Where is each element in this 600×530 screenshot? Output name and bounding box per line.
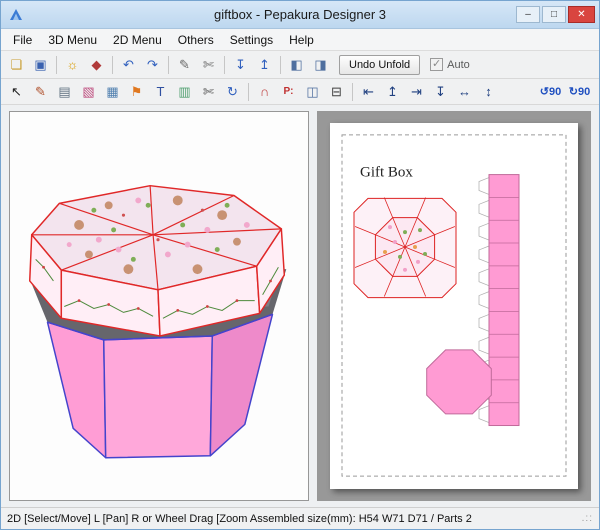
keyboard-icon[interactable]: ▤ — [53, 81, 76, 102]
menu-bar: File 3D Menu 2D Menu Others Settings Hel… — [1, 29, 599, 51]
close-button[interactable]: ✕ — [568, 6, 595, 23]
auto-checkbox-group: ✓ Auto — [430, 58, 470, 71]
align-left-icon[interactable]: ⇤ — [357, 81, 380, 102]
menu-others[interactable]: Others — [170, 30, 222, 50]
maximize-button[interactable]: □ — [542, 6, 566, 23]
view-2d-pane[interactable]: Gift Box — [317, 111, 591, 501]
add-text-icon[interactable]: T — [149, 81, 172, 102]
box-face-front — [104, 336, 213, 458]
split-up-icon[interactable]: ↥ — [253, 54, 276, 75]
knife-icon[interactable]: ✄ — [197, 54, 220, 75]
rotate-piece-icon[interactable]: ↻ — [221, 81, 244, 102]
toolbar-separator — [248, 83, 249, 101]
select-move-icon[interactable]: ↖ — [5, 81, 28, 102]
material-color-icon[interactable]: ▧ — [77, 81, 100, 102]
menu-2d[interactable]: 2D Menu — [105, 30, 170, 50]
texture-icon[interactable]: ▦ — [101, 81, 124, 102]
lightbulb-icon[interactable]: ☼ — [61, 54, 84, 75]
status-bar: 2D [Select/Move] L [Pan] R or Wheel Drag… — [1, 507, 599, 529]
part-number-icon[interactable]: P: — [277, 81, 300, 102]
scissors-icon[interactable]: ✄ — [197, 81, 220, 102]
distribute-h-icon[interactable]: ↔ — [453, 81, 476, 102]
distribute-v-icon[interactable]: ↕ — [477, 81, 500, 102]
toolbar-edit: ↖ ✎ ▤ ▧ ▦ ⚑ T ▥ ✄ ↻ ∩ P: ◫ ⊟ ⇤ ↥ ⇥ ↧ ↔ ↕… — [1, 79, 599, 105]
toolbar-separator — [56, 56, 57, 74]
align-right-icon[interactable]: ⇥ — [405, 81, 428, 102]
open-file-icon[interactable]: ❏ — [5, 54, 28, 75]
bottom-octagon-piece[interactable] — [427, 350, 492, 414]
edit-flap-icon[interactable]: ✎ — [29, 81, 52, 102]
merge-down-icon[interactable]: ↧ — [229, 54, 252, 75]
toolbar-main: ❏ ▣ ☼ ◆ ↶ ↷ ✎ ✄ ↧ ↥ ◧ ◨ Undo Unfold ✓ Au… — [1, 51, 599, 79]
auto-checkbox[interactable]: ✓ — [430, 58, 443, 71]
join-pieces-icon[interactable]: ∩ — [253, 81, 276, 102]
app-icon — [8, 7, 24, 23]
menu-help[interactable]: Help — [281, 30, 322, 50]
unfolded-lid-piece[interactable] — [354, 197, 456, 297]
toolbar-separator — [352, 83, 353, 101]
insert-image-icon[interactable]: ▥ — [173, 81, 196, 102]
view-cube-icon[interactable]: ◆ — [85, 54, 108, 75]
flag-icon[interactable]: ⚑ — [125, 81, 148, 102]
save-icon[interactable]: ▣ — [29, 54, 52, 75]
pepakura-window: giftbox - Pepakura Designer 3 – □ ✕ File… — [0, 0, 600, 530]
box-face-left — [47, 322, 105, 458]
eraser-icon[interactable]: ✎ — [173, 54, 196, 75]
resize-grip[interactable]: .:: — [582, 513, 593, 524]
title-bar[interactable]: giftbox - Pepakura Designer 3 – □ ✕ — [1, 1, 599, 29]
align-bottom-icon[interactable]: ↧ — [429, 81, 452, 102]
status-text: 2D [Select/Move] L [Pan] R or Wheel Drag… — [7, 513, 472, 525]
rotate-90-group: ↺90 ↻90 — [537, 81, 593, 102]
layout-2d-3d-icon[interactable]: ◨ — [309, 54, 332, 75]
main-split: Gift Box — [1, 105, 599, 507]
rotate-cw-90-icon[interactable]: ↻90 — [566, 81, 593, 102]
toolbar-separator — [224, 56, 225, 74]
page-margin-border — [342, 135, 566, 476]
toolbar-separator — [168, 56, 169, 74]
undo-unfold-button[interactable]: Undo Unfold — [339, 55, 420, 75]
pattern-page[interactable]: Gift Box — [330, 123, 578, 489]
print-icon[interactable]: ⊟ — [325, 81, 348, 102]
redo-icon[interactable]: ↷ — [141, 54, 164, 75]
minimize-button[interactable]: – — [516, 6, 540, 23]
pattern-title: Gift Box — [360, 165, 413, 181]
menu-settings[interactable]: Settings — [222, 30, 281, 50]
strip-body — [489, 175, 519, 426]
window-layout-icon[interactable]: ◫ — [301, 81, 324, 102]
window-title: giftbox - Pepakura Designer 3 — [1, 7, 599, 22]
2d-pattern-canvas[interactable]: Gift Box — [330, 123, 578, 489]
undo-icon[interactable]: ↶ — [117, 54, 140, 75]
window-controls: – □ ✕ — [514, 6, 595, 23]
toolbar-separator — [280, 56, 281, 74]
view-3d-pane[interactable] — [9, 111, 309, 501]
box-face-right — [210, 314, 272, 455]
layout-3d-2d-icon[interactable]: ◧ — [285, 54, 308, 75]
auto-checkbox-label: Auto — [447, 59, 470, 71]
align-top-icon[interactable]: ↥ — [381, 81, 404, 102]
toolbar-separator — [112, 56, 113, 74]
menu-file[interactable]: File — [5, 30, 40, 50]
menu-3d[interactable]: 3D Menu — [40, 30, 105, 50]
3d-model-canvas[interactable] — [10, 112, 308, 500]
rotate-ccw-90-icon[interactable]: ↺90 — [537, 81, 564, 102]
